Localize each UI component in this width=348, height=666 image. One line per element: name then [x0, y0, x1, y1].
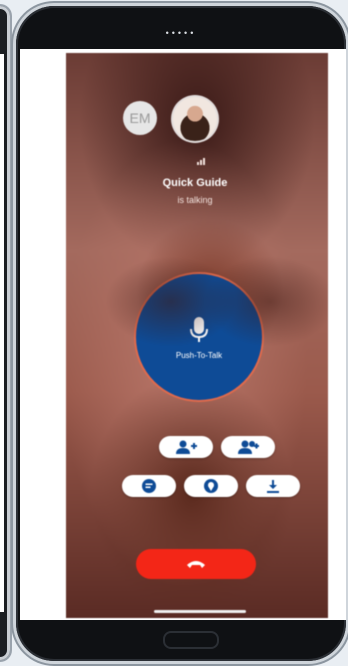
avatar-initials[interactable]: EM [123, 101, 157, 135]
home-button[interactable] [163, 631, 219, 649]
avatar-photo[interactable] [173, 97, 217, 141]
home-indicator[interactable] [154, 610, 246, 613]
push-to-talk-label: Push-To-Talk [175, 350, 223, 360]
add-contact-button[interactable] [159, 436, 213, 458]
add-group-icon [238, 440, 259, 454]
phone-hangup-icon [187, 561, 205, 568]
left-device-edge [0, 6, 10, 660]
microphone-icon [190, 316, 208, 342]
message-icon [142, 479, 156, 493]
add-contact-icon [176, 440, 197, 454]
phone-frame: ••••• EM Quick Guide is talking Push-To-… [16, 6, 346, 661]
video-background: EM Quick Guide is talking Push-To-Talk [66, 53, 328, 618]
add-group-button[interactable] [221, 436, 275, 458]
map-pin-icon [204, 479, 218, 493]
end-call-button[interactable] [136, 549, 256, 579]
location-button[interactable] [184, 475, 238, 497]
screen: EM Quick Guide is talking Push-To-Talk [20, 49, 346, 620]
caller-status: is talking [177, 195, 213, 205]
speaker-grille: ••••• [165, 28, 197, 38]
download-button[interactable] [246, 475, 300, 497]
push-to-talk-button[interactable]: Push-To-Talk [136, 274, 262, 400]
caller-name: Quick Guide [162, 177, 228, 189]
message-button[interactable] [122, 475, 176, 497]
signal-icon [197, 158, 205, 165]
download-icon [267, 480, 279, 493]
